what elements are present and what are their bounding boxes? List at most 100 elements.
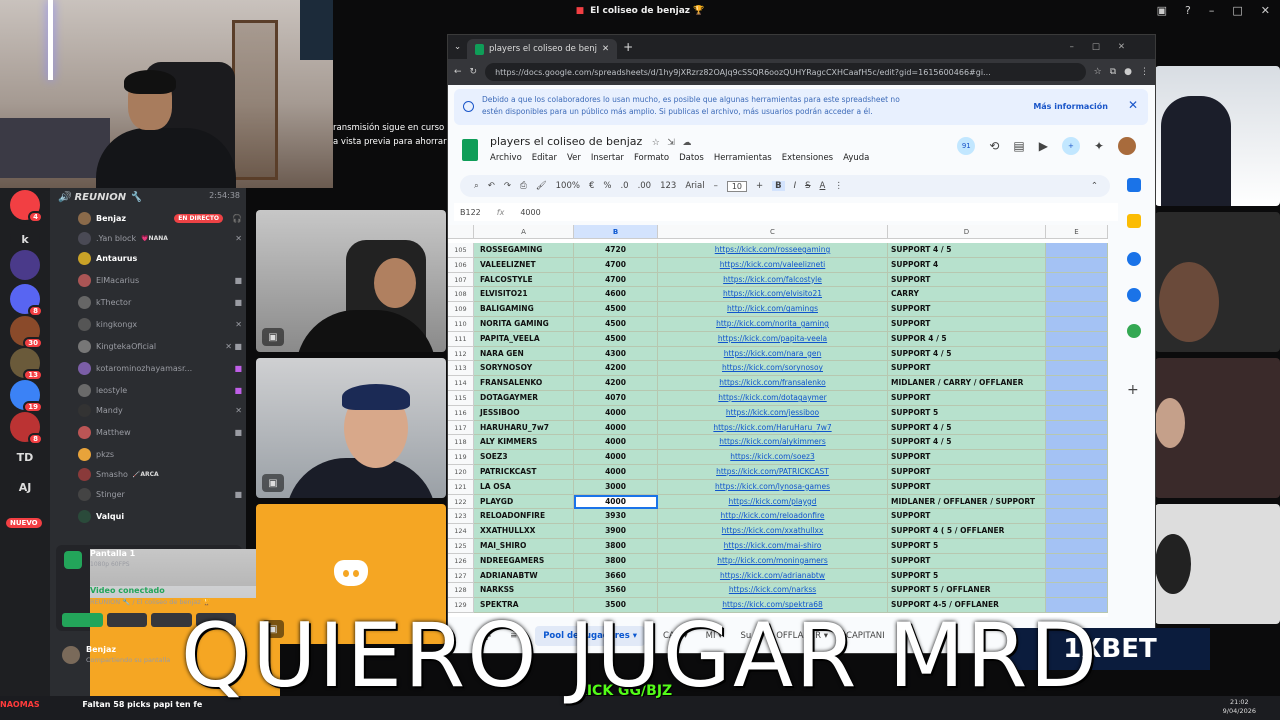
server-icon[interactable]: 30 xyxy=(10,316,43,349)
bold-icon[interactable]: B xyxy=(772,181,785,191)
column-header-b[interactable]: B xyxy=(574,225,658,239)
cell-e[interactable] xyxy=(1046,376,1108,391)
cell-c[interactable]: https://kick.com/dotagaymer xyxy=(658,391,888,406)
formula-input[interactable]: 4000 xyxy=(520,208,540,217)
cell-c[interactable]: https://kick.com/sorynosoy xyxy=(658,361,888,377)
cell-d[interactable]: SUPPORT xyxy=(888,509,1046,525)
member-benjaz[interactable]: Benjaz EN DIRECTO 🎧 xyxy=(78,210,242,226)
server-icon[interactable]: 19 xyxy=(10,380,43,413)
video-tile[interactable] xyxy=(1155,212,1280,352)
menu-ayuda[interactable]: Ayuda xyxy=(843,153,869,163)
cell-d[interactable]: SUPPORT xyxy=(888,553,1046,569)
cell-b[interactable]: 3660 xyxy=(574,568,658,584)
cell-e[interactable] xyxy=(1046,287,1108,303)
cell-a[interactable]: NARKSS xyxy=(474,583,574,599)
cell-n[interactable]: 110 xyxy=(448,317,474,332)
cell-a[interactable]: VALEELIZNET xyxy=(474,257,574,273)
cell-a[interactable]: RELOADONFIRE xyxy=(474,509,574,525)
keep-icon[interactable] xyxy=(1127,214,1141,228)
video-tile[interactable]: ▣ xyxy=(256,210,446,352)
inbox-icon[interactable]: ▣ xyxy=(1157,4,1167,17)
cell-b[interactable]: 3900 xyxy=(574,524,658,539)
cell-e[interactable] xyxy=(1046,494,1108,510)
share-icon[interactable]: + xyxy=(1061,137,1080,155)
cell-n[interactable]: 114 xyxy=(448,376,474,391)
cell-a[interactable]: MAI_SHIRO xyxy=(474,539,574,554)
cell-e[interactable] xyxy=(1046,539,1108,554)
cell-a[interactable]: ALY KIMMERS xyxy=(474,435,574,451)
cell-n[interactable]: 105 xyxy=(448,243,474,258)
member-matthew[interactable]: Matthew ■ xyxy=(78,424,242,440)
cell-b[interactable]: 3560 xyxy=(574,583,658,599)
cell-b[interactable]: 4700 xyxy=(574,272,658,288)
collapse-icon[interactable]: ⌃ xyxy=(1091,181,1098,191)
column-header-c[interactable]: C xyxy=(658,225,888,239)
increase-decimal-button[interactable]: .00 xyxy=(638,181,652,191)
font-size-input[interactable]: 10 xyxy=(726,180,748,192)
cloud-icon[interactable]: ☁ xyxy=(682,138,691,148)
cell-n[interactable]: 111 xyxy=(448,331,474,347)
column-header-a[interactable]: A xyxy=(474,225,574,239)
calendar-icon[interactable] xyxy=(1127,178,1141,192)
minimize-icon[interactable]: – xyxy=(1209,4,1215,17)
cell-n[interactable]: 117 xyxy=(448,420,474,436)
member-antaurus[interactable]: Antaurus xyxy=(78,250,242,266)
server-icon[interactable]: 8 xyxy=(10,412,43,445)
address-bar[interactable]: https://docs.google.com/spreadsheets/d/1… xyxy=(485,63,1086,81)
cell-c[interactable]: https://kick.com/adrianabtw xyxy=(658,568,888,584)
cell-e[interactable] xyxy=(1046,435,1108,451)
cell-e[interactable] xyxy=(1046,450,1108,465)
member-kingkongx[interactable]: kingkongx ✕ xyxy=(78,316,242,332)
strikethrough-icon[interactable]: S xyxy=(805,181,810,191)
member-kthector[interactable]: kThector ■ xyxy=(78,294,242,310)
cell-c[interactable]: https://kick.com/PATRICKCAST xyxy=(658,465,888,480)
get-addons-icon[interactable]: + xyxy=(1127,382,1141,398)
font-size-decrease-icon[interactable]: – xyxy=(714,181,718,191)
cell-e[interactable] xyxy=(1046,257,1108,273)
account-avatar[interactable] xyxy=(1118,137,1136,155)
redo-icon[interactable]: ↷ xyxy=(504,181,511,191)
cell-c[interactable]: http://kick.com/norita_gaming xyxy=(658,317,888,332)
cell-c[interactable]: https://kick.com/lynosa-games xyxy=(658,479,888,495)
decrease-decimal-button[interactable]: .0 xyxy=(620,181,628,191)
cell-e[interactable] xyxy=(1046,243,1108,258)
cell-n[interactable]: 123 xyxy=(448,509,474,525)
cell-e[interactable] xyxy=(1046,302,1108,317)
menu-editar[interactable]: Editar xyxy=(532,153,557,163)
font-size-increase-icon[interactable]: + xyxy=(756,181,763,191)
spreadsheet-grid[interactable]: A B C D E 105 ROSSEGAMING 4720 https://kick… xyxy=(448,225,1108,617)
back-icon[interactable]: ← xyxy=(454,67,462,77)
cell-d[interactable]: SUPPORT xyxy=(888,317,1046,332)
cell-e[interactable] xyxy=(1046,420,1108,436)
cell-d[interactable]: SUPPOR 4 / 5 xyxy=(888,331,1046,347)
cell-n[interactable]: 126 xyxy=(448,553,474,569)
cell-a[interactable]: PLAYGD xyxy=(474,494,574,510)
server-icon[interactable]: 13 xyxy=(10,348,43,381)
menu-archivo[interactable]: Archivo xyxy=(490,153,522,163)
server-icon[interactable]: 4 xyxy=(10,190,43,223)
member-kotarominozhayamasr[interactable]: kotarominozhayamasr... ■ xyxy=(78,360,242,376)
cell-d[interactable]: MIDLANER / OFFLANER / SUPPORT xyxy=(888,494,1046,510)
cell-d[interactable]: SUPPORT 4 / 5 xyxy=(888,346,1046,362)
meet-icon[interactable]: ▶ xyxy=(1039,139,1048,153)
member-yan-block[interactable]: .Yan block 💗NANA ✕ xyxy=(78,230,242,246)
browser-tab[interactable]: players el coliseo de benjaz - Hoja ✕ xyxy=(467,39,618,59)
voice-channel-title[interactable]: 🔊 REUNION 🔧 xyxy=(58,188,142,206)
cell-n[interactable]: 113 xyxy=(448,361,474,377)
cell-n[interactable]: 120 xyxy=(448,465,474,480)
percent-button[interactable]: % xyxy=(603,181,611,191)
zoom-select[interactable]: 100% xyxy=(556,181,580,191)
member-leostyle[interactable]: leostyle ■ xyxy=(78,382,242,398)
cell-c[interactable]: https://kick.com/HaruHaru_7w7 xyxy=(658,420,888,436)
server-icon[interactable] xyxy=(10,250,40,280)
cell-b[interactable]: 4000 xyxy=(574,450,658,465)
cell-e[interactable] xyxy=(1046,405,1108,421)
video-tile[interactable] xyxy=(1155,66,1280,206)
help-icon[interactable]: ? xyxy=(1185,4,1191,17)
menu-icon[interactable]: ⋮ xyxy=(1140,67,1149,77)
cell-a[interactable]: DOTAGAYMER xyxy=(474,391,574,406)
cell-a[interactable]: SOEZ3 xyxy=(474,450,574,465)
print-icon[interactable]: ⎙ xyxy=(520,181,527,191)
cell-a[interactable]: NARA GEN xyxy=(474,346,574,362)
maximize-icon[interactable]: □ xyxy=(1232,4,1242,17)
